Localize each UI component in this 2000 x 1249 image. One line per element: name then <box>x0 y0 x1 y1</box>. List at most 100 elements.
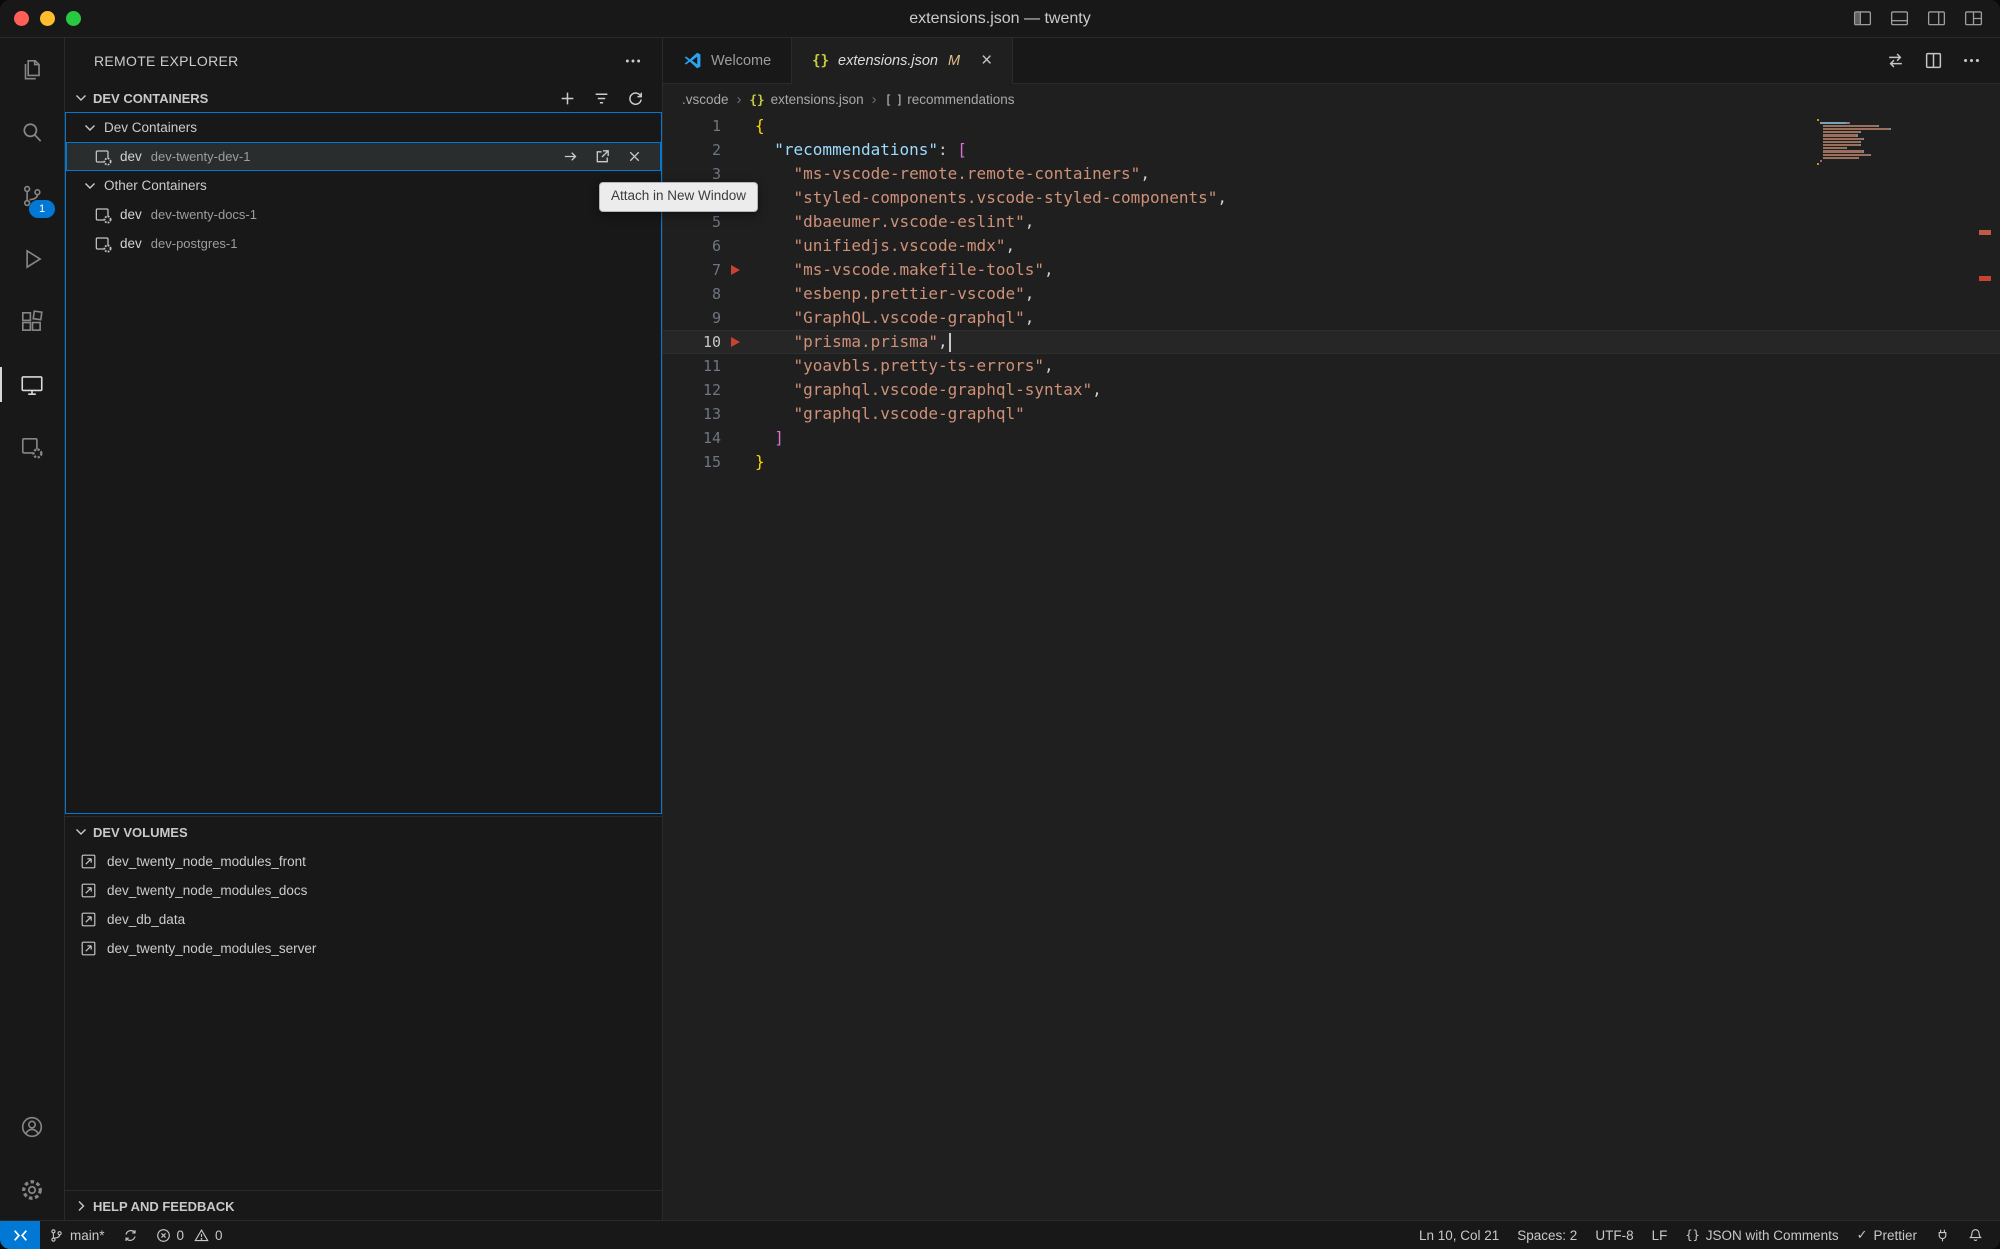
close-window-button[interactable] <box>14 11 29 26</box>
volume-item-dev_twenty_node_modules_server[interactable]: dev_twenty_node_modules_server <box>65 934 662 963</box>
code-line-10[interactable]: 10 "prisma.prisma", <box>663 330 2000 354</box>
section-help-feedback[interactable]: HELP AND FEEDBACK <box>65 1190 662 1221</box>
attach-new-window-icon[interactable] <box>594 148 611 165</box>
code-line-6[interactable]: 6 "unifiedjs.vscode-mdx", <box>663 234 2000 258</box>
volume-item-dev_db_data[interactable]: dev_db_data <box>65 905 662 934</box>
gutter[interactable] <box>721 426 755 450</box>
activity-accounts[interactable] <box>0 1095 64 1158</box>
gutter[interactable] <box>721 330 755 354</box>
volume-item-dev_twenty_node_modules_docs[interactable]: dev_twenty_node_modules_docs <box>65 876 662 905</box>
attach-current-window-icon[interactable] <box>562 148 579 165</box>
gutter[interactable] <box>721 402 755 426</box>
sync-icon <box>123 1228 138 1243</box>
activity-explorer[interactable] <box>0 38 64 101</box>
code-line-14[interactable]: 14 ] <box>663 426 2000 450</box>
gutter[interactable] <box>721 354 755 378</box>
more-actions-icon[interactable] <box>624 52 642 70</box>
code-line-7[interactable]: 7 "ms-vscode.makefile-tools", <box>663 258 2000 282</box>
gear-icon <box>19 1177 45 1203</box>
code-line-8[interactable]: 8 "esbenp.prettier-vscode", <box>663 282 2000 306</box>
gutter[interactable] <box>721 378 755 402</box>
minimap[interactable] <box>1817 118 1897 166</box>
sidebar-remote-explorer: REMOTE EXPLORER DEV CONTAINERS Dev Conta… <box>65 38 663 1221</box>
activity-extensions[interactable] <box>0 290 64 353</box>
formatter-item[interactable]: ✓ Prettier <box>1848 1221 1926 1249</box>
indentation-item[interactable]: Spaces: 2 <box>1508 1221 1586 1249</box>
code-line-13[interactable]: 13 "graphql.vscode-graphql" <box>663 402 2000 426</box>
add-dev-container-icon[interactable] <box>559 90 576 107</box>
problems-item[interactable]: 0 0 <box>147 1221 232 1249</box>
code-editor[interactable]: 1{2 "recommendations": [3 "ms-vscode-rem… <box>663 114 2000 1221</box>
tab-welcome[interactable]: Welcome <box>663 38 792 83</box>
volume-item-dev_twenty_node_modules_front[interactable]: dev_twenty_node_modules_front <box>65 847 662 876</box>
section-dev-containers[interactable]: DEV CONTAINERS <box>65 84 662 112</box>
tree-group-dev-containers[interactable]: Dev Containers <box>66 113 661 142</box>
toggle-panel-icon[interactable] <box>1889 8 1910 29</box>
ports-item[interactable] <box>1926 1221 1959 1249</box>
minimize-window-button[interactable] <box>40 11 55 26</box>
remote-indicator[interactable] <box>0 1221 40 1249</box>
gutter[interactable] <box>721 210 755 234</box>
activity-containers[interactable] <box>0 416 64 479</box>
language-mode-item[interactable]: {} JSON with Comments <box>1676 1221 1847 1249</box>
activity-run-debug[interactable] <box>0 227 64 290</box>
code-text: "graphql.vscode-graphql" <box>755 402 1025 426</box>
breadcrumb-extensions-json[interactable]: {}extensions.json <box>750 92 864 107</box>
container-item-dev-twenty-dev-1[interactable]: devdev-twenty-dev-1 <box>66 142 661 171</box>
code-line-4[interactable]: 4 "styled-components.vscode-styled-compo… <box>663 186 2000 210</box>
close-tab-icon[interactable]: × <box>981 51 992 70</box>
activity-search[interactable] <box>0 101 64 164</box>
window-title: extensions.json — twenty <box>0 10 2000 28</box>
stop-container-icon[interactable] <box>626 148 643 165</box>
code-line-11[interactable]: 11 "yoavbls.pretty-ts-errors", <box>663 354 2000 378</box>
toggle-secondary-sidebar-icon[interactable] <box>1926 8 1947 29</box>
zoom-window-button[interactable] <box>66 11 81 26</box>
breadcrumb-recommendations[interactable]: [ ]recommendations <box>885 92 1015 107</box>
code-text: "esbenp.prettier-vscode", <box>755 282 1034 306</box>
gutter[interactable] <box>721 114 755 138</box>
split-editor-icon[interactable] <box>1924 51 1943 70</box>
sync-changes-item[interactable] <box>114 1221 147 1249</box>
activity-source-control[interactable]: 1 <box>0 164 64 227</box>
toggle-primary-sidebar-icon[interactable] <box>1852 8 1873 29</box>
section-actions <box>559 90 644 107</box>
code-line-9[interactable]: 9 "GraphQL.vscode-graphql", <box>663 306 2000 330</box>
cursor-position-item[interactable]: Ln 10, Col 21 <box>1410 1221 1508 1249</box>
refresh-icon[interactable] <box>627 90 644 107</box>
gutter[interactable] <box>721 450 755 474</box>
notifications-item[interactable] <box>1959 1221 1992 1249</box>
code-line-15[interactable]: 15} <box>663 450 2000 474</box>
container-item-dev-postgres-1[interactable]: devdev-postgres-1 <box>66 229 661 258</box>
container-name: dev <box>120 207 142 222</box>
tree-group-other-containers[interactable]: Other Containers <box>66 171 661 200</box>
activity-settings[interactable] <box>0 1158 64 1221</box>
section-dev-volumes[interactable]: DEV VOLUMES <box>65 816 662 847</box>
vscode-logo-icon <box>683 51 702 70</box>
encoding-item[interactable]: UTF-8 <box>1586 1221 1642 1249</box>
code-line-1[interactable]: 1{ <box>663 114 2000 138</box>
git-branch-item[interactable]: main* <box>40 1221 114 1249</box>
gutter[interactable] <box>721 258 755 282</box>
code-line-2[interactable]: 2 "recommendations": [ <box>663 138 2000 162</box>
gutter[interactable] <box>721 234 755 258</box>
container-icon <box>94 235 112 253</box>
group-label: Other Containers <box>104 178 207 193</box>
eol-item[interactable]: LF <box>1643 1221 1677 1249</box>
line-number: 13 <box>663 402 721 426</box>
breadcrumb--vscode[interactable]: .vscode <box>682 92 729 107</box>
activity-bar: 1 <box>0 38 65 1221</box>
customize-layout-icon[interactable] <box>1963 8 1984 29</box>
gutter[interactable] <box>721 138 755 162</box>
open-changes-icon[interactable] <box>1886 51 1905 70</box>
more-actions-icon[interactable] <box>1962 51 1981 70</box>
gutter[interactable] <box>721 282 755 306</box>
gutter[interactable] <box>721 306 755 330</box>
filter-icon[interactable] <box>593 90 610 107</box>
code-line-5[interactable]: 5 "dbaeumer.vscode-eslint", <box>663 210 2000 234</box>
code-line-12[interactable]: 12 "graphql.vscode-graphql-syntax", <box>663 378 2000 402</box>
container-item-dev-twenty-docs-1[interactable]: devdev-twenty-docs-1 <box>66 200 661 229</box>
tab-extensions-json[interactable]: {} extensions.json M × <box>792 38 1013 84</box>
activity-remote-explorer[interactable] <box>0 353 64 416</box>
code-line-3[interactable]: 3 "ms-vscode-remote.remote-containers", <box>663 162 2000 186</box>
container-name: dev <box>120 236 142 251</box>
